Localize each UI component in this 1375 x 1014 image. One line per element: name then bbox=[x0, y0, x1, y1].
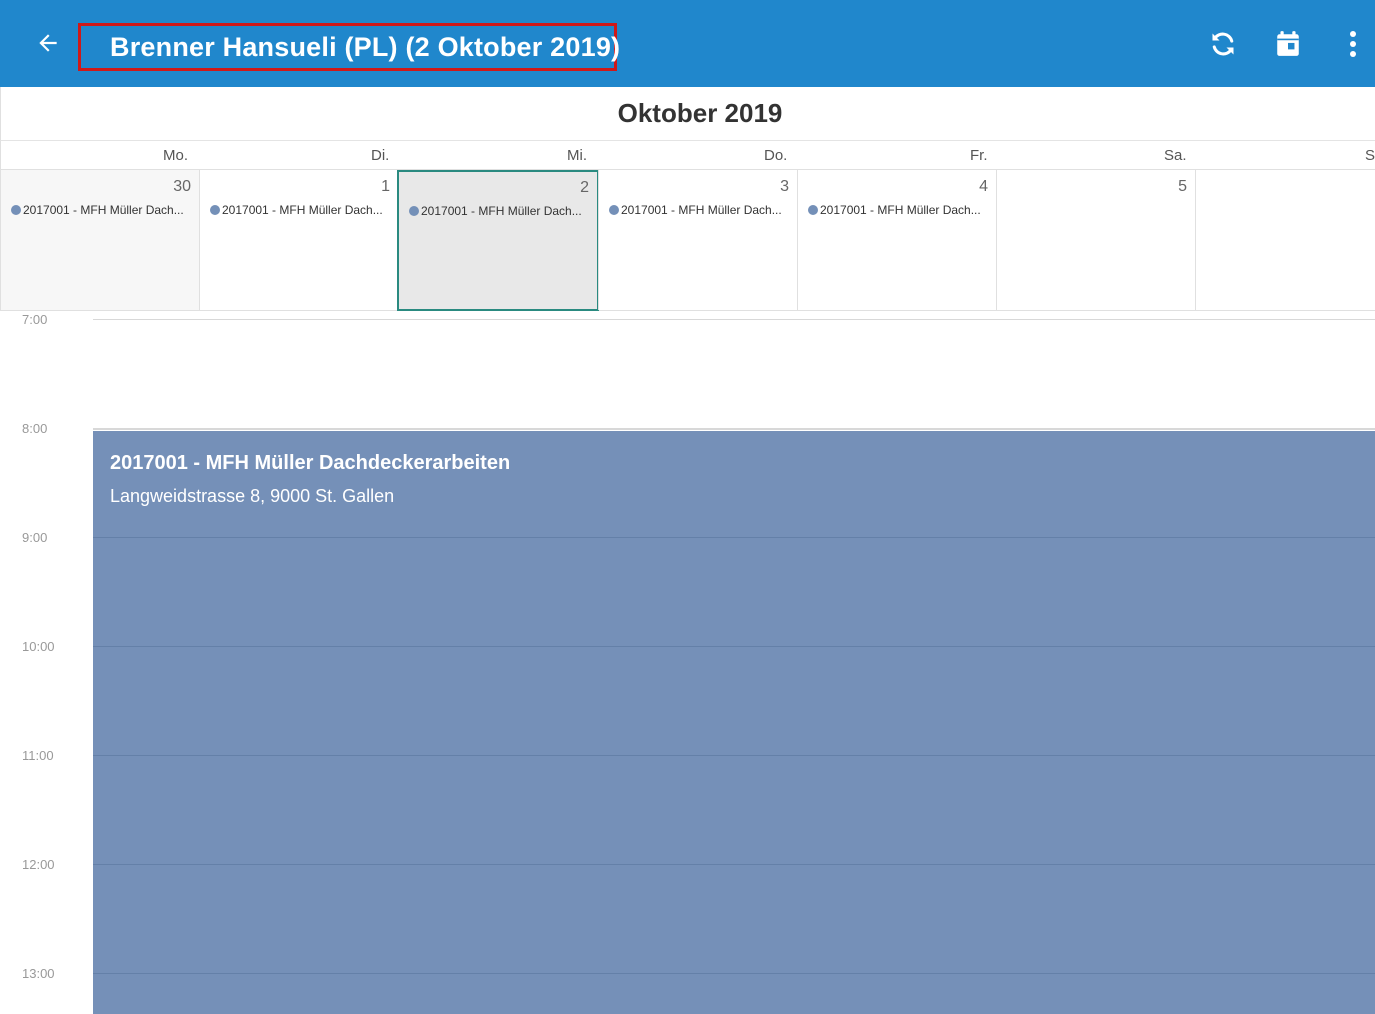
day-number: 4 bbox=[979, 178, 988, 195]
event-address: Langweidstrasse 8, 9000 St. Gallen bbox=[110, 486, 395, 506]
day-cell-6[interactable] bbox=[1195, 170, 1375, 310]
day-cell-2-selected[interactable]: 2 2017001 - MFH Müller Dach... bbox=[397, 170, 599, 311]
day-cell-3[interactable]: 3 2017001 - MFH Müller Dach... bbox=[598, 170, 798, 310]
day-number: 5 bbox=[1178, 178, 1187, 195]
event-dot-icon bbox=[11, 205, 21, 215]
weekday-header-row: Mo. Di. Mi. Do. Fr. Sa. So. bbox=[0, 141, 1375, 170]
back-button[interactable] bbox=[28, 25, 68, 61]
arrow-left-icon bbox=[39, 34, 57, 52]
day-event-chip[interactable]: 2017001 - MFH Müller Dach... bbox=[11, 203, 184, 217]
calendar-today-icon bbox=[1277, 31, 1299, 56]
day-cell-4[interactable]: 4 2017001 - MFH Müller Dach... bbox=[797, 170, 997, 310]
hour-divider bbox=[93, 755, 1375, 756]
hour-divider bbox=[93, 864, 1375, 865]
hour-divider bbox=[93, 537, 1375, 538]
hour-divider bbox=[93, 646, 1375, 647]
hour-divider bbox=[93, 973, 1375, 974]
day-event-chip[interactable]: 2017001 - MFH Müller Dach... bbox=[609, 203, 782, 217]
day-cell-30[interactable]: 30 2017001 - MFH Müller Dach... bbox=[0, 170, 200, 310]
day-event-chip[interactable]: 2017001 - MFH Müller Dach... bbox=[409, 204, 582, 218]
day-event-label: 2017001 - MFH Müller Dach... bbox=[23, 203, 184, 217]
event-dot-icon bbox=[808, 205, 818, 215]
day-number: 2 bbox=[580, 179, 589, 196]
weekday-label: Fr. bbox=[970, 147, 988, 164]
event-title: 2017001 - MFH Müller Dachdeckerarbeiten bbox=[110, 452, 511, 474]
event-dot-icon bbox=[609, 205, 619, 215]
app-bar: Brenner Hansueli (PL) (2 Oktober 2019) bbox=[0, 0, 1375, 87]
month-header: Oktober 2019 bbox=[0, 87, 1375, 141]
title-highlight-box: Brenner Hansueli (PL) (2 Oktober 2019) bbox=[78, 23, 621, 71]
hour-label: 10:00 bbox=[22, 639, 55, 654]
day-number: 30 bbox=[173, 178, 191, 195]
hour-label: 7:00 bbox=[22, 312, 48, 327]
hour-divider bbox=[93, 428, 1375, 430]
hour-label: 9:00 bbox=[22, 530, 48, 545]
hour-label: 11:00 bbox=[22, 748, 54, 763]
day-number: 3 bbox=[780, 178, 789, 195]
day-event-label: 2017001 - MFH Müller Dach... bbox=[621, 203, 782, 217]
event-dot-icon bbox=[210, 205, 220, 215]
weekday-label: So. bbox=[1365, 147, 1375, 164]
day-cell-5[interactable]: 5 bbox=[996, 170, 1196, 310]
overflow-menu-button[interactable] bbox=[1335, 26, 1371, 62]
refresh-button[interactable] bbox=[1205, 26, 1241, 62]
weekday-label: Di. bbox=[371, 147, 390, 164]
hour-divider bbox=[93, 319, 1375, 320]
month-title: Oktober 2019 bbox=[617, 98, 783, 128]
weekday-label: Mi. bbox=[567, 147, 587, 164]
day-cell-1[interactable]: 1 2017001 - MFH Müller Dach... bbox=[199, 170, 399, 310]
page-title: Brenner Hansueli (PL) (2 Oktober 2019) bbox=[110, 31, 621, 62]
hour-label: 13:00 bbox=[22, 966, 55, 981]
event-dot-icon bbox=[409, 206, 419, 216]
hour-label: 12:00 bbox=[22, 857, 55, 872]
refresh-icon bbox=[1212, 32, 1234, 56]
event-block[interactable]: 2017001 - MFH Müller Dachdeckerarbeiten … bbox=[93, 431, 1375, 1014]
day-event-chip[interactable]: 2017001 - MFH Müller Dach... bbox=[210, 203, 383, 217]
day-event-label: 2017001 - MFH Müller Dach... bbox=[820, 203, 981, 217]
day-event-label: 2017001 - MFH Müller Dach... bbox=[222, 203, 383, 217]
week-days-row: 30 2017001 - MFH Müller Dach... 1 201700… bbox=[0, 170, 1375, 311]
hour-label: 8:00 bbox=[22, 421, 48, 436]
calendar-button[interactable] bbox=[1270, 26, 1306, 62]
weekday-label: Mo. bbox=[163, 147, 189, 164]
day-event-label: 2017001 - MFH Müller Dach... bbox=[421, 204, 582, 218]
weekday-label: Do. bbox=[764, 147, 788, 164]
day-event-chip[interactable]: 2017001 - MFH Müller Dach... bbox=[808, 203, 981, 217]
more-vertical-icon bbox=[1350, 31, 1356, 57]
weekday-label: Sa. bbox=[1164, 147, 1187, 164]
day-number: 1 bbox=[381, 178, 390, 195]
